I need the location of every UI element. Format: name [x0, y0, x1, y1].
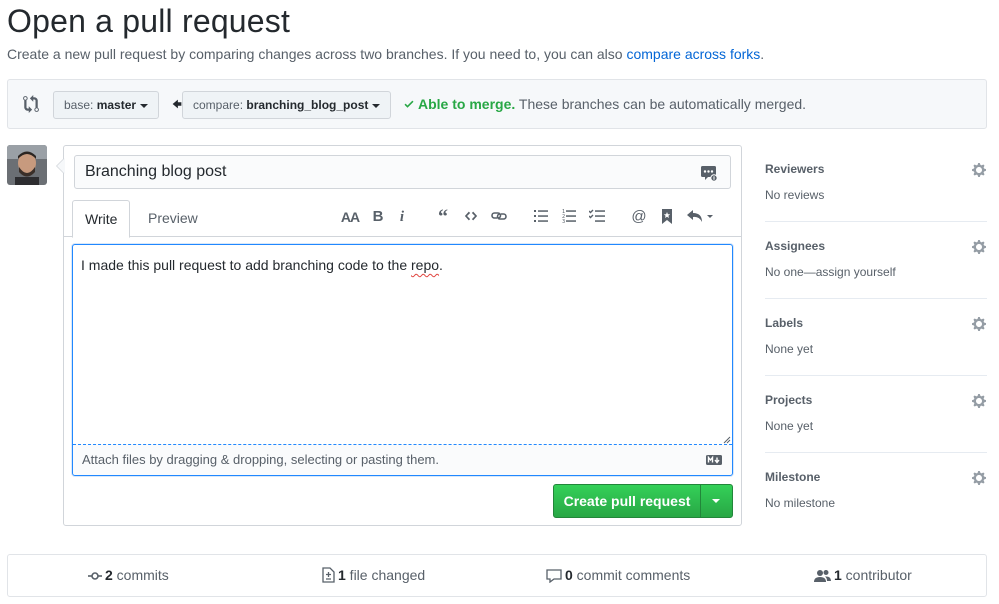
gear-icon[interactable]: [971, 316, 987, 332]
sidebar-item-title: Reviewers: [765, 162, 825, 176]
merge-ok-text: Able to merge.: [418, 96, 516, 112]
sidebar-item-title: Assignees: [765, 239, 826, 253]
unordered-list-icon[interactable]: [530, 206, 552, 228]
tab-write[interactable]: Write: [72, 200, 131, 238]
sidebar-item-value: No reviews: [765, 188, 825, 202]
markdown-icon[interactable]: [706, 455, 722, 465]
pr-sidebar: Reviewers No reviews Assignees No one—as…: [765, 145, 987, 530]
attach-files-hint: Attach files by dragging & dropping, sel…: [82, 452, 439, 467]
text-size-icon[interactable]: AA: [338, 206, 362, 228]
commits-label: commits: [112, 567, 169, 583]
link-icon[interactable]: [488, 206, 510, 228]
chevron-down-icon: [712, 499, 720, 503]
tab-preview[interactable]: Preview: [136, 200, 210, 237]
pr-body-end: .: [439, 257, 443, 273]
pull-request-composer: Branching blog post Write Preview AA B i…: [56, 145, 742, 526]
create-pull-request-options-button[interactable]: [700, 484, 733, 518]
sidebar-item-title: Labels: [765, 316, 804, 330]
base-prefix: base:: [64, 98, 94, 112]
pr-body-textarea[interactable]: I made this pull request to add branchin…: [72, 244, 733, 476]
pr-body-start: I made this pull request to add branchin…: [81, 257, 411, 273]
pr-body-misspelled: repo: [411, 257, 440, 273]
mention-icon[interactable]: @: [628, 206, 650, 228]
pr-title-value: Branching blog post: [85, 163, 227, 180]
svg-text:3: 3: [562, 219, 565, 223]
attach-files-dropzone[interactable]: Attach files by dragging & dropping, sel…: [73, 444, 732, 475]
resize-handle-icon[interactable]: [723, 436, 731, 444]
pr-body-value: I made this pull request to add branchin…: [81, 257, 443, 273]
comment-icon: [546, 569, 562, 583]
pr-stats-bar: 2 commits 1 file changed 0 commit commen…: [7, 554, 987, 597]
compare-prefix: compare:: [193, 98, 244, 112]
commits-count: 2: [105, 567, 113, 583]
page-subtitle-text: Create a new pull request by comparing c…: [7, 46, 623, 62]
base-branch-name: master: [96, 98, 137, 112]
merge-status: Able to merge. These branches can be aut…: [403, 96, 806, 112]
people-icon: [814, 570, 831, 582]
branch-range-bar: base: master compare: branching_blog_pos…: [7, 79, 987, 129]
contributors-label: contributor: [841, 567, 912, 583]
contributors-tab[interactable]: 1 contributor: [814, 555, 912, 596]
check-icon: [404, 100, 414, 108]
gear-icon[interactable]: [971, 470, 987, 486]
compare-across-forks-link[interactable]: compare across forks: [626, 46, 760, 62]
pr-title-input[interactable]: Branching blog post: [74, 155, 731, 189]
chevron-down-icon: [372, 103, 381, 108]
sidebar-item-title: Milestone: [765, 470, 821, 484]
sidebar-item-labels: Labels None yet: [765, 299, 987, 376]
sidebar-item-value: None yet: [765, 342, 814, 356]
reply-icon[interactable]: [684, 206, 718, 228]
sidebar-item-value: None yet: [765, 419, 814, 433]
sidebar-item-title: Projects: [765, 393, 813, 407]
create-pull-request-button[interactable]: Create pull request: [553, 484, 701, 518]
files-count: 1: [338, 567, 346, 583]
quote-icon[interactable]: “: [432, 206, 454, 228]
commits-tab[interactable]: 2 commits: [88, 555, 169, 596]
italic-icon[interactable]: i: [392, 206, 412, 228]
sidebar-item-reviewers: Reviewers No reviews: [765, 145, 987, 222]
contributors-count: 1: [834, 567, 842, 583]
commit-comments-tab[interactable]: 0 commit comments: [546, 555, 690, 596]
avatar[interactable]: [7, 145, 47, 185]
gear-icon[interactable]: [971, 162, 987, 178]
sidebar-item-assignees: Assignees No one—assign yourself: [765, 222, 987, 299]
sidebar-item-projects: Projects None yet: [765, 376, 987, 453]
avatar-image: [7, 145, 47, 185]
files-changed-tab[interactable]: 1 file changed: [322, 555, 425, 596]
code-icon[interactable]: [460, 206, 482, 228]
bookmark-icon[interactable]: [656, 206, 678, 228]
sidebar-item-value: No milestone: [765, 496, 836, 510]
git-compare-icon: [23, 95, 39, 113]
compare-branch-name: branching_blog_post: [246, 98, 369, 112]
gear-icon[interactable]: [971, 393, 987, 409]
page-title: Open a pull request: [7, 3, 291, 39]
base-branch-select[interactable]: base: master: [53, 91, 160, 119]
page-subtitle: Create a new pull request by comparing c…: [7, 46, 764, 62]
ordered-list-icon[interactable]: 123: [558, 206, 580, 228]
bold-icon[interactable]: B: [368, 206, 388, 228]
task-list-icon[interactable]: [586, 206, 608, 228]
sidebar-item-value[interactable]: No one—assign yourself: [765, 265, 896, 279]
git-commit-icon: [88, 572, 102, 580]
saved-replies-icon[interactable]: [700, 164, 718, 182]
file-diff-icon: [322, 567, 335, 583]
comments-label: commit comments: [572, 567, 691, 583]
page-subtitle-end: .: [760, 46, 765, 62]
chevron-down-icon: [140, 103, 149, 108]
compare-branch-select[interactable]: compare: branching_blog_post: [182, 91, 392, 119]
sidebar-item-milestone: Milestone No milestone: [765, 453, 987, 530]
gear-icon[interactable]: [971, 239, 987, 255]
merge-detail-text: These branches can be automatically merg…: [518, 96, 807, 112]
comments-count: 0: [565, 567, 573, 583]
files-label: file changed: [345, 567, 426, 583]
